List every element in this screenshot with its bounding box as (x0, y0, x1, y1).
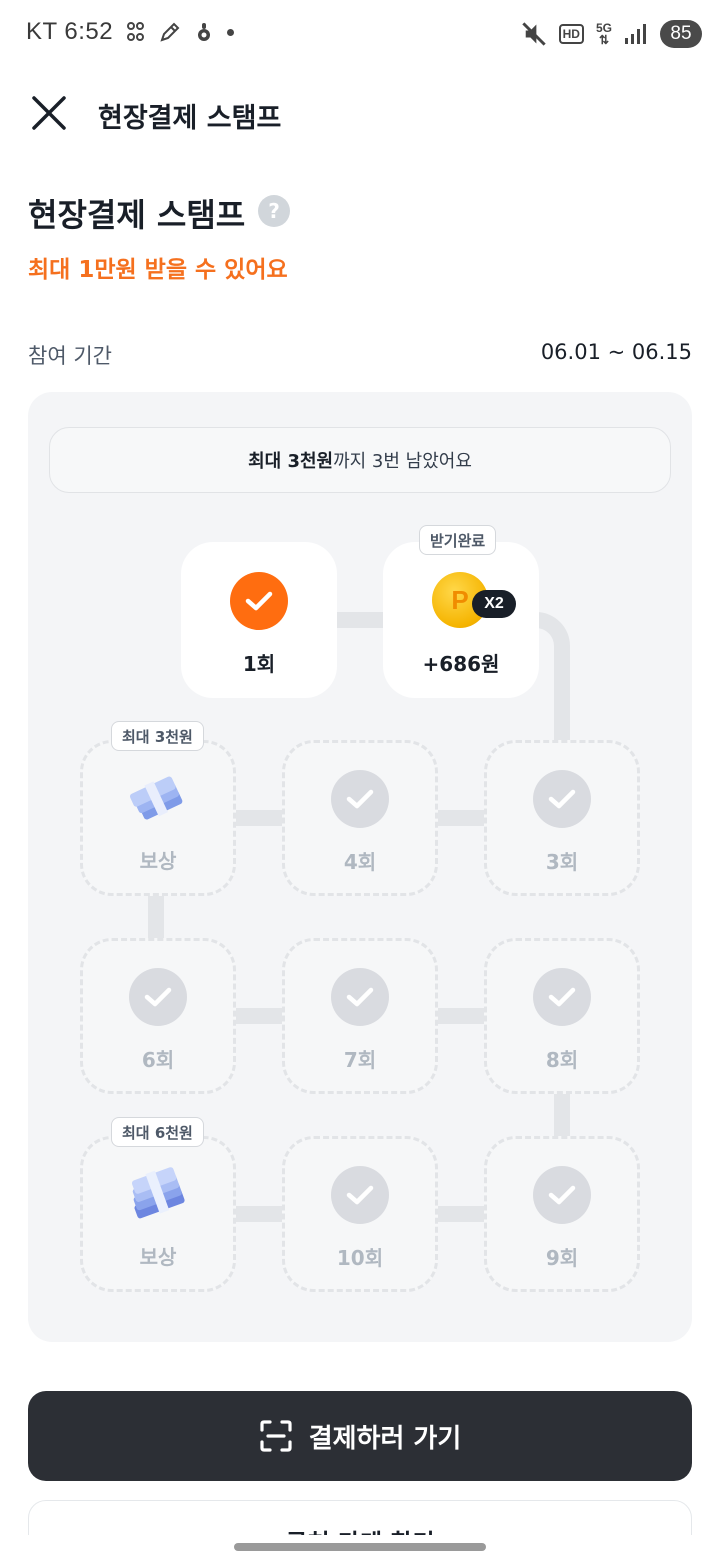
connector-9-10 (436, 1206, 484, 1222)
unchecked-circle (533, 968, 591, 1026)
period-value: 06.01 ~ 06.15 (540, 340, 692, 364)
stamp-label: 7회 (343, 1048, 377, 1072)
notice-highlight: 최대 3천원 (248, 451, 334, 472)
app-header: 현장결제 스탬프 (0, 84, 720, 140)
check-icon (346, 1185, 374, 1205)
connector-1-2 (336, 612, 384, 628)
point-coin: P X2 (432, 572, 516, 630)
connector-3-4 (436, 810, 484, 826)
unchecked-circle (129, 968, 187, 1026)
check-icon (548, 1185, 576, 1205)
reward-label: 보상 (139, 1245, 177, 1269)
connector-2-3-down (554, 668, 570, 742)
period-label: 참여 기간 (28, 344, 112, 368)
clock-time: 6:52 (64, 18, 114, 45)
stamp-4[interactable]: 4회 (282, 740, 438, 896)
stamp-label: 3회 (545, 850, 579, 874)
stamp-board: 최대 3천원 까지 3번 남았어요 1회 받기완료 P X2 +686원 최대 3… (28, 392, 692, 1342)
home-indicator[interactable] (234, 1543, 486, 1551)
network-type-label: 5G (595, 21, 612, 35)
stamp-reward-amount: +686원 (422, 652, 500, 676)
stamp-label: 10회 (336, 1246, 384, 1270)
check-icon (245, 591, 273, 611)
help-icon[interactable]: ? (258, 195, 290, 227)
connector-2-3 (536, 612, 570, 672)
stamp-label: 9회 (545, 1246, 579, 1270)
connector-reward-6 (148, 895, 164, 941)
reward-subtitle: 최대 1만원 받을 수 있어요 (28, 257, 288, 283)
hd-voice-badge: HD (558, 24, 584, 44)
pencil-icon (160, 22, 180, 42)
page-title: 현장결제 스탬프 (28, 196, 246, 234)
stamp-9[interactable]: 9회 (484, 1136, 640, 1292)
reward-stamp-2[interactable]: 보상 (80, 1136, 236, 1292)
unchecked-circle (331, 968, 389, 1026)
reward-stamp-1[interactable]: 보상 (80, 740, 236, 896)
stamp-8[interactable]: 8회 (484, 938, 640, 1094)
check-icon (548, 987, 576, 1007)
status-right: HD 5G ⇅ 85 (521, 20, 702, 48)
carrier-time: KT 6:52 (26, 18, 113, 46)
remaining-notice: 최대 3천원 까지 3번 남았어요 (49, 427, 671, 493)
connector-6-7 (234, 1008, 282, 1024)
connector-10-reward (234, 1206, 282, 1222)
status-bar: KT 6:52 HD 5G ⇅ 85 (0, 0, 720, 70)
cash-stack-icon (129, 776, 183, 820)
status-left: KT 6:52 (26, 18, 235, 46)
unchecked-circle (331, 770, 389, 828)
checked-circle (230, 572, 288, 630)
check-icon (346, 987, 374, 1007)
network-5g-icon: 5G ⇅ (595, 21, 612, 47)
stamp-label: 1회 (242, 652, 276, 676)
go-pay-button[interactable]: 결제하러 가기 (28, 1391, 692, 1481)
carrier-label: KT (26, 18, 58, 45)
check-icon (346, 789, 374, 809)
connector-8-9 (554, 1092, 570, 1138)
unchecked-circle (533, 1166, 591, 1224)
multiplier-badge: X2 (472, 590, 516, 618)
stamp-label: 4회 (343, 850, 377, 874)
signal-icon (625, 24, 646, 44)
stamp-label: 6회 (141, 1048, 175, 1072)
unchecked-circle (331, 1166, 389, 1224)
stamp-10[interactable]: 10회 (282, 1136, 438, 1292)
check-icon (548, 789, 576, 809)
stamp-7[interactable]: 7회 (282, 938, 438, 1094)
app-grid-icon (127, 22, 145, 41)
stamp-2[interactable]: P X2 +686원 (383, 542, 539, 698)
go-pay-label: 결제하러 가기 (308, 1423, 462, 1454)
reward-max-tag: 최대 3천원 (111, 721, 204, 751)
stamp-6[interactable]: 6회 (80, 938, 236, 1094)
stamp-1[interactable]: 1회 (181, 542, 337, 698)
header-title: 현장결제 스탬프 (98, 103, 282, 134)
stamp-label: 8회 (545, 1048, 579, 1072)
unchecked-circle (533, 770, 591, 828)
close-icon[interactable] (28, 92, 70, 134)
connector-7-8 (436, 1008, 484, 1024)
reward-max-tag: 최대 6천원 (111, 1117, 204, 1147)
check-icon (144, 987, 172, 1007)
cash-bundle-icon (131, 1167, 185, 1219)
battery-indicator: 85 (660, 20, 702, 48)
notification-app-icon (198, 23, 211, 41)
notice-text: 까지 3번 남았어요 (333, 451, 472, 472)
received-tag: 받기완료 (419, 525, 497, 555)
more-notifications-dot (227, 28, 235, 36)
mute-icon (521, 22, 546, 46)
stamp-3[interactable]: 3회 (484, 740, 640, 896)
scan-icon (260, 1420, 292, 1452)
connector-4-reward (234, 810, 282, 826)
reward-label: 보상 (139, 849, 177, 873)
